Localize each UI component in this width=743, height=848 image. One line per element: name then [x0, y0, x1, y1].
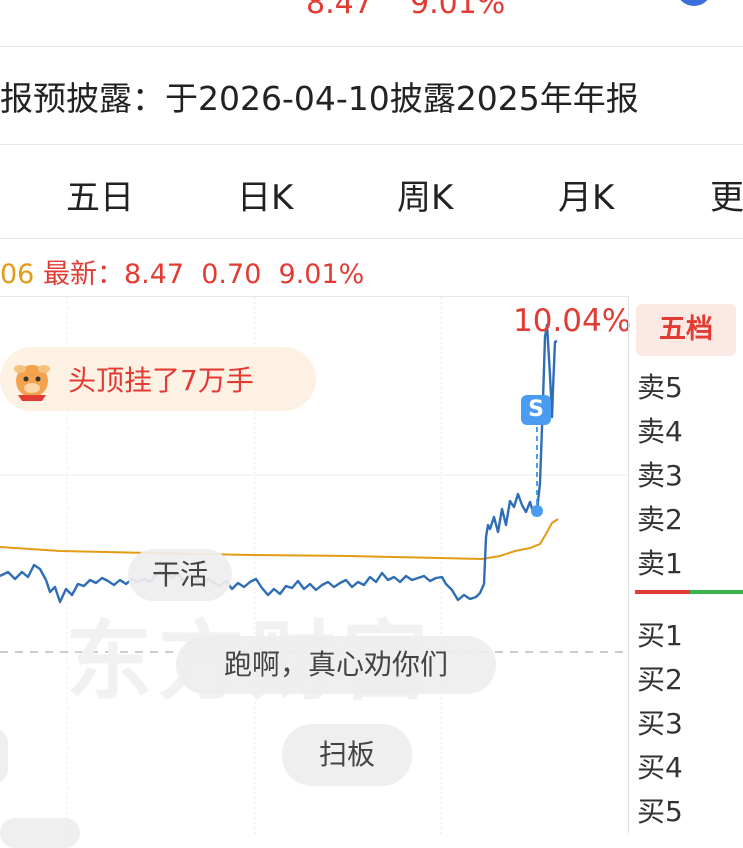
sell-2: 卖2 [637, 503, 683, 536]
announcement-notice[interactable]: 报预披露：于2026-04-10披露2025年年报 [0, 72, 639, 120]
buy-1: 买1 [637, 619, 683, 652]
top-price-bar: 8.47 9.01% [0, 0, 743, 40]
promo-banner[interactable]: 头顶挂了7万手 [0, 347, 316, 411]
cow-mascot-icon [14, 365, 50, 401]
tab-five-day[interactable]: 五日 [66, 170, 134, 219]
danmaku-comment[interactable]: 跑啊，真心劝你们 [176, 636, 496, 694]
avg-price-value: 06 [0, 259, 35, 290]
divider [0, 144, 743, 145]
latest-price: 8.47 [123, 259, 185, 290]
buy-4: 买4 [637, 751, 683, 784]
sell-ratio-bar [635, 590, 690, 594]
sell-3: 卖3 [637, 459, 683, 492]
latest-change: 0.70 [201, 259, 262, 290]
tab-more[interactable]: 更 [710, 170, 743, 219]
avg-price-line [0, 518, 559, 561]
latest-percent: 9.01% [278, 259, 365, 290]
period-tabs: 五日 日K 周K 月K 更 [0, 150, 743, 238]
danmaku-comment[interactable]: 扫板 [282, 724, 412, 786]
buy-3: 买3 [637, 707, 683, 740]
latest-label: 最新： [42, 259, 124, 290]
signal-badge[interactable]: S [521, 395, 551, 425]
buy-2: 买2 [637, 663, 683, 696]
tab-daily-k[interactable]: 日K [237, 170, 293, 219]
avatar-icon[interactable] [676, 0, 712, 6]
five-level-tab[interactable]: 五档 [636, 304, 736, 356]
divider [0, 46, 743, 47]
tab-monthly-k[interactable]: 月K [558, 170, 614, 219]
order-book-panel: 五档 卖5 卖4 卖3 卖2 卖1 买1 买2 买3 买4 买5 [628, 296, 743, 833]
danmaku-comment-partial[interactable] [0, 818, 80, 848]
signal-point[interactable] [531, 505, 543, 517]
divider [0, 238, 743, 239]
danmaku-comment[interactable]: 干活 [128, 549, 232, 601]
promo-text: 头顶挂了7万手 [68, 364, 254, 397]
sell-5: 卖5 [637, 371, 683, 404]
high-percent-label: 10.04% [513, 303, 632, 339]
current-price: 8.47 [306, 0, 373, 21]
tab-weekly-k[interactable]: 周K [397, 170, 453, 219]
sell-4: 卖4 [637, 415, 683, 448]
buy-5: 买5 [637, 795, 683, 828]
change-percent: 9.01% [410, 0, 506, 21]
sell-1: 卖1 [637, 547, 683, 580]
price-info-line: 06 最新：8.47 0.70 9.01% [0, 252, 364, 291]
buy-ratio-bar [690, 590, 743, 594]
